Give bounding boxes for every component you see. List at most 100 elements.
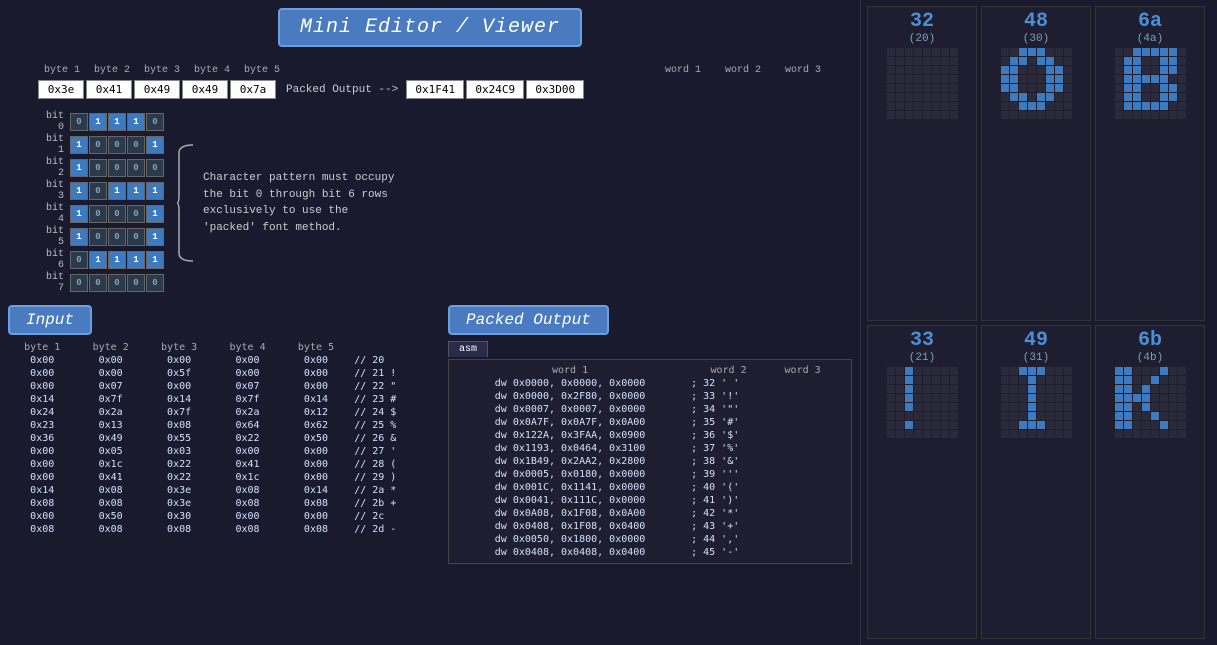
word2-input[interactable]	[466, 80, 524, 99]
bit-cell-5-1[interactable]: 0	[89, 228, 107, 246]
pixel-2-5	[932, 385, 940, 393]
pixel-6-0	[1115, 421, 1123, 429]
pixel-1-3	[1142, 57, 1150, 65]
bit-cell-3-2[interactable]: 1	[108, 182, 126, 200]
bit-cell-7-2[interactable]: 0	[108, 274, 126, 292]
pixel-3-3	[1028, 394, 1036, 402]
pixel-2-2	[905, 385, 913, 393]
pixel-0-7	[1064, 48, 1072, 56]
output-cell-1-0: dw 0x0000, 0x2F80, 0x0000	[453, 390, 687, 403]
input-cell-7-1: 0x05	[76, 445, 144, 458]
bit-cell-7-0[interactable]: 0	[70, 274, 88, 292]
bit-cell-2-4[interactable]: 0	[146, 159, 164, 177]
bit-cell-6-3[interactable]: 1	[127, 251, 145, 269]
pixel-0-2	[1019, 367, 1027, 375]
pixel-1-5	[932, 57, 940, 65]
pixel-6-5	[932, 102, 940, 110]
bit-cell-5-0[interactable]: 1	[70, 228, 88, 246]
bit-cell-3-4[interactable]: 1	[146, 182, 164, 200]
input-cell-6-0: 0x36	[8, 432, 76, 445]
pixel-7-4	[1037, 111, 1045, 119]
byte2-input[interactable]	[86, 80, 132, 99]
input-cell-9-5: // 29 )	[350, 471, 428, 484]
bit-cell-1-2[interactable]: 0	[108, 136, 126, 154]
bit-cell-1-0[interactable]: 1	[70, 136, 88, 154]
word2-label: word 2	[714, 65, 772, 76]
bit-cell-0-3[interactable]: 1	[127, 113, 145, 131]
pixel-3-1	[1010, 75, 1018, 83]
bit-cell-4-3[interactable]: 0	[127, 205, 145, 223]
bit-cell-2-1[interactable]: 0	[89, 159, 107, 177]
byte1-label: byte 1	[38, 65, 86, 76]
bit-cell-6-0[interactable]: 0	[70, 251, 88, 269]
pixel-3-2	[1019, 394, 1027, 402]
pixel-1-0	[887, 57, 895, 65]
word1-input[interactable]	[406, 80, 464, 99]
pixel-grid-4	[1001, 367, 1072, 438]
bit-cell-0-1[interactable]: 1	[89, 113, 107, 131]
bit-cell-5-4[interactable]: 1	[146, 228, 164, 246]
pixel-5-1	[1010, 93, 1018, 101]
bit-cell-7-4[interactable]: 0	[146, 274, 164, 292]
bit-cell-4-4[interactable]: 1	[146, 205, 164, 223]
output-cell-3-1: ; 35 '#'	[687, 416, 770, 429]
pixel-7-4	[1151, 111, 1159, 119]
pixel-7-0	[1001, 111, 1009, 119]
pixel-0-4	[923, 367, 931, 375]
bit-cell-5-2[interactable]: 0	[108, 228, 126, 246]
pixel-3-5	[932, 394, 940, 402]
output-col-header-0: word 1	[453, 364, 687, 377]
word3-input[interactable]	[526, 80, 584, 99]
bit-cell-6-1[interactable]: 1	[89, 251, 107, 269]
bit-cell-2-3[interactable]: 0	[127, 159, 145, 177]
byte5-input[interactable]	[230, 80, 276, 99]
byte1-input[interactable]	[38, 80, 84, 99]
pixel-3-1	[896, 394, 904, 402]
pixel-7-4	[923, 111, 931, 119]
bit-cell-1-1[interactable]: 0	[89, 136, 107, 154]
pixel-4-0	[887, 84, 895, 92]
char-number-5: 6b	[1138, 330, 1162, 352]
tab-asm[interactable]: asm	[448, 341, 488, 357]
input-cell-9-3: 0x1c	[213, 471, 281, 484]
bit-cell-6-2[interactable]: 1	[108, 251, 126, 269]
pixel-grid-1	[1001, 48, 1072, 119]
input-cell-5-2: 0x08	[145, 419, 213, 432]
bit-cell-1-3[interactable]: 0	[127, 136, 145, 154]
pixel-2-1	[896, 385, 904, 393]
bit-cell-0-2[interactable]: 1	[108, 113, 126, 131]
pixel-7-4	[1037, 430, 1045, 438]
bit-cell-6-4[interactable]: 1	[146, 251, 164, 269]
pixel-3-7	[1178, 394, 1186, 402]
bit-cell-2-0[interactable]: 1	[70, 159, 88, 177]
pixel-3-6	[1169, 75, 1177, 83]
bit-cell-1-4[interactable]: 1	[146, 136, 164, 154]
bit-cell-4-1[interactable]: 0	[89, 205, 107, 223]
input-col-header-0: byte 1	[8, 341, 76, 354]
pixel-6-1	[896, 421, 904, 429]
bit-cell-3-0[interactable]: 1	[70, 182, 88, 200]
bit-cell-4-2[interactable]: 0	[108, 205, 126, 223]
bit-cell-4-0[interactable]: 1	[70, 205, 88, 223]
pixel-6-5	[1046, 102, 1054, 110]
bit-cell-3-1[interactable]: 0	[89, 182, 107, 200]
pixel-6-0	[1001, 421, 1009, 429]
bit-cell-7-1[interactable]: 0	[89, 274, 107, 292]
bit-cell-5-3[interactable]: 0	[127, 228, 145, 246]
bit-cell-0-4[interactable]: 0	[146, 113, 164, 131]
input-cell-4-0: 0x24	[8, 406, 76, 419]
byte3-input[interactable]	[134, 80, 180, 99]
byte4-input[interactable]	[182, 80, 228, 99]
bit-cell-7-3[interactable]: 0	[127, 274, 145, 292]
bit-cell-3-3[interactable]: 1	[127, 182, 145, 200]
input-cell-5-1: 0x13	[76, 419, 144, 432]
output-table: word 1word 2word 3 dw 0x0000, 0x0000, 0x…	[453, 364, 847, 559]
pixel-3-2	[1133, 75, 1141, 83]
packed-output-arrow: Packed Output -->	[286, 84, 398, 96]
pixel-0-7	[950, 367, 958, 375]
pixel-6-1	[1124, 102, 1132, 110]
pixel-7-3	[1142, 111, 1150, 119]
bit-cell-2-2[interactable]: 0	[108, 159, 126, 177]
input-table-row: 0x000x410x220x1c0x00// 29 )	[8, 471, 428, 484]
bit-cell-0-0[interactable]: 0	[70, 113, 88, 131]
